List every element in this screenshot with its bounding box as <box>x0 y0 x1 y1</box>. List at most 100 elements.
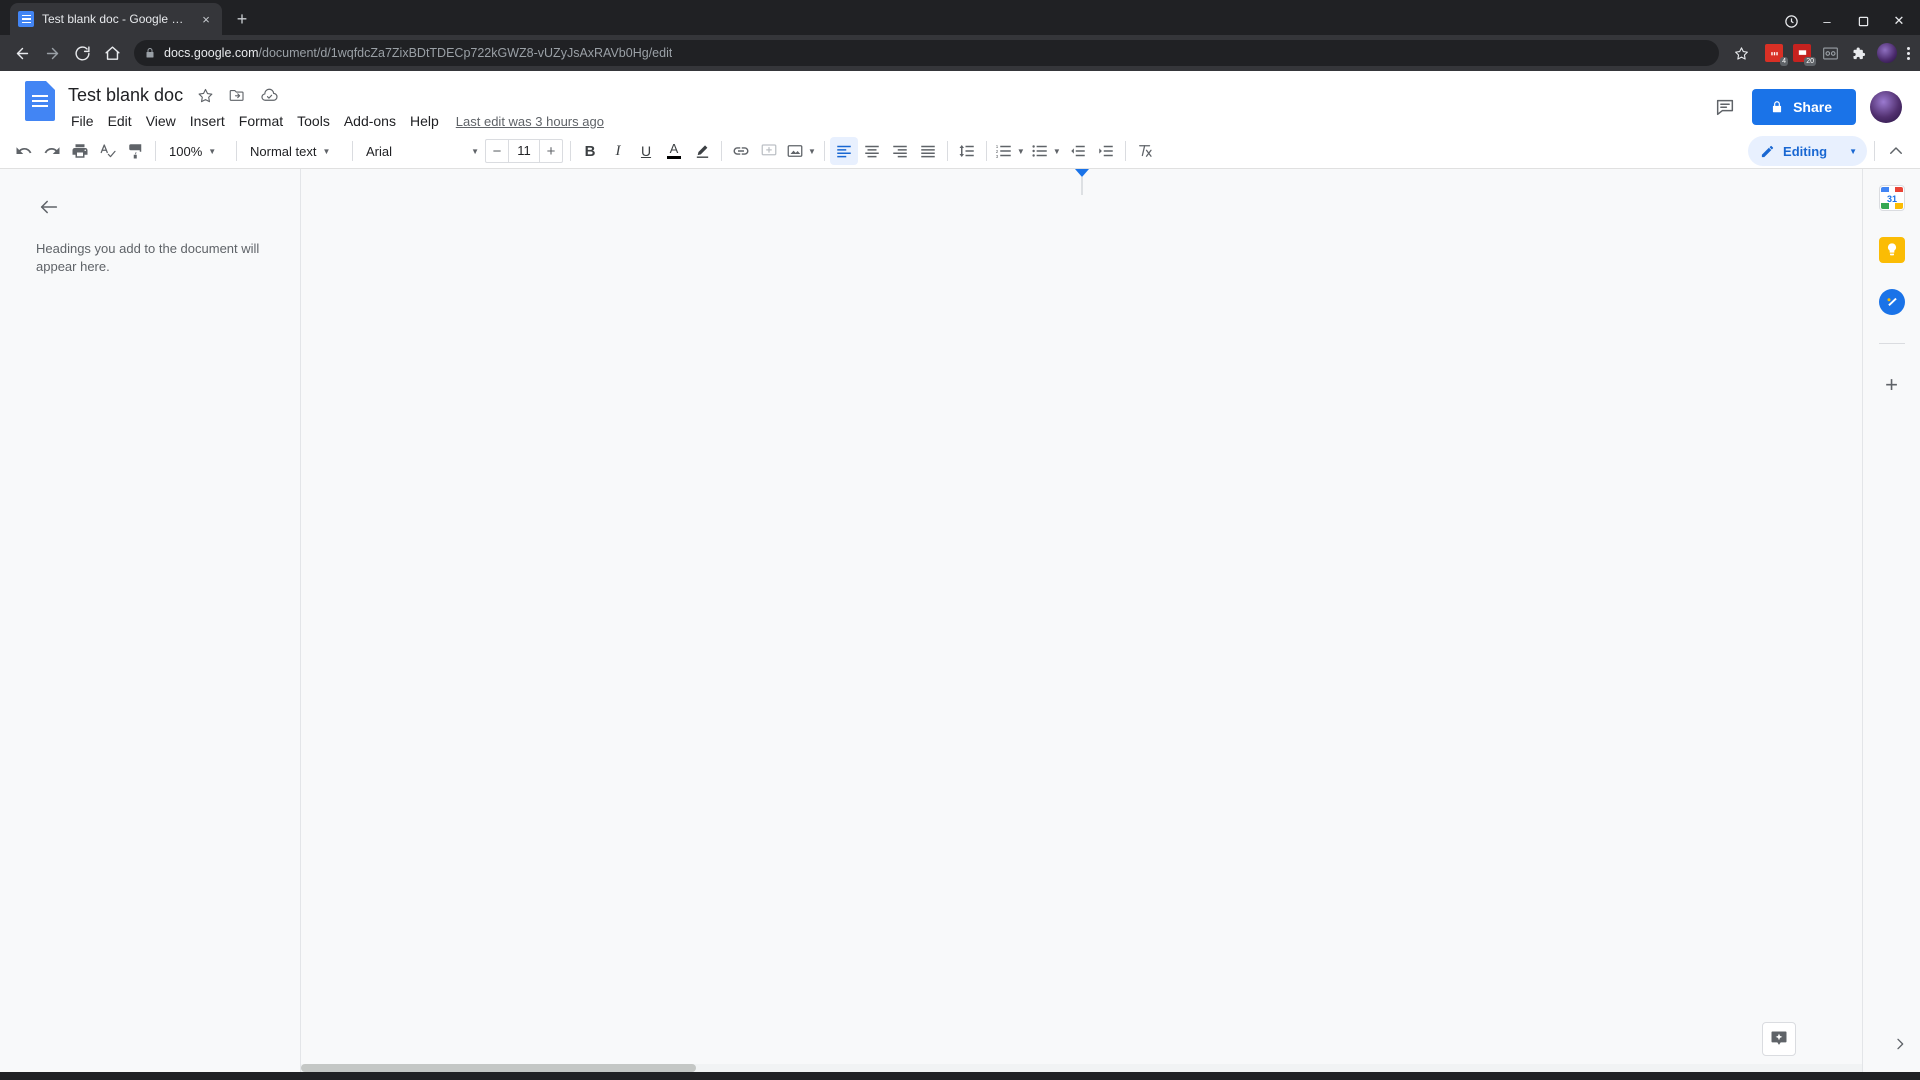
maximize-button[interactable] <box>1852 10 1874 32</box>
back-button[interactable] <box>8 39 36 67</box>
font-size-stepper[interactable]: − 11 + <box>485 139 563 163</box>
user-avatar[interactable] <box>1870 91 1902 123</box>
underline-button[interactable]: U <box>632 137 660 165</box>
hide-menus-chevron-up-icon[interactable] <box>1882 137 1910 165</box>
back-arrow-icon[interactable] <box>36 194 62 220</box>
menu-tools[interactable]: Tools <box>290 111 337 131</box>
document-canvas[interactable] <box>300 169 1862 1072</box>
horizontal-scrollbar-thumb[interactable] <box>301 1064 696 1072</box>
menu-format[interactable]: Format <box>232 111 290 131</box>
last-edit-link[interactable]: Last edit was 3 hours ago <box>456 114 604 129</box>
docs-body: Headings you add to the document will ap… <box>0 169 1920 1072</box>
add-side-panel-app-button[interactable]: + <box>1879 372 1905 398</box>
ruler-indent-marker[interactable] <box>1074 169 1089 177</box>
spellcheck-icon[interactable] <box>94 137 122 165</box>
share-label: Share <box>1793 99 1832 115</box>
profile-avatar[interactable] <box>1877 43 1897 63</box>
move-to-folder-icon[interactable] <box>227 85 247 105</box>
expand-side-panel-chevron-right-icon[interactable] <box>1892 1036 1908 1052</box>
menu-edit[interactable]: Edit <box>101 111 139 131</box>
paragraph-style-selector[interactable]: Normal text ▼ <box>242 137 347 165</box>
align-justify-icon[interactable] <box>914 137 942 165</box>
print-icon[interactable] <box>66 137 94 165</box>
align-center-icon[interactable] <box>858 137 886 165</box>
undo-icon[interactable] <box>10 137 38 165</box>
paragraph-style-value: Normal text <box>250 143 317 159</box>
toolbar-right-group: Editing ▼ <box>1748 136 1910 166</box>
bulleted-list-icon[interactable]: ▼ <box>1028 137 1064 165</box>
svg-text:3: 3 <box>996 154 999 159</box>
extension-grid-icon[interactable] <box>1821 44 1839 62</box>
chevron-down-icon: ▼ <box>208 146 217 156</box>
outline-empty-hint: Headings you add to the document will ap… <box>36 241 260 274</box>
menu-add-ons[interactable]: Add-ons <box>337 111 403 131</box>
decrease-indent-icon[interactable] <box>1064 137 1092 165</box>
bold-button[interactable]: B <box>576 137 604 165</box>
record-indicator-icon[interactable] <box>1780 10 1802 32</box>
bookmark-star-icon[interactable] <box>1727 39 1755 67</box>
google-tasks-icon[interactable] <box>1878 289 1905 315</box>
horizontal-scrollbar[interactable] <box>301 1064 1862 1072</box>
google-keep-icon[interactable] <box>1878 237 1905 263</box>
chevron-down-icon: ▼ <box>1016 146 1025 156</box>
increase-indent-icon[interactable] <box>1092 137 1120 165</box>
url-path: /document/d/1wqfdcZa7ZixBDtTDECp722kGWZ8… <box>258 46 673 60</box>
google-docs-logo[interactable] <box>20 81 60 133</box>
menu-help[interactable]: Help <box>403 111 446 131</box>
extension-red-2-icon[interactable]: 20 <box>1793 44 1816 66</box>
menu-view[interactable]: View <box>139 111 183 131</box>
add-comment-icon[interactable] <box>755 137 783 165</box>
tab-close-icon[interactable]: × <box>198 11 214 27</box>
insert-image-icon[interactable]: ▼ <box>783 137 819 165</box>
insert-link-icon[interactable] <box>727 137 755 165</box>
highlight-color-button[interactable] <box>688 137 716 165</box>
paint-format-icon[interactable] <box>122 137 150 165</box>
editing-mode-button[interactable]: Editing ▼ <box>1748 136 1867 166</box>
font-size-increase-button[interactable]: + <box>540 140 562 162</box>
docs-header-actions: Share <box>1712 79 1910 125</box>
clear-formatting-icon[interactable] <box>1131 137 1159 165</box>
font-size-decrease-button[interactable]: − <box>486 140 508 162</box>
editing-mode-label: Editing <box>1783 143 1828 159</box>
redo-icon[interactable] <box>38 137 66 165</box>
home-button[interactable] <box>98 39 126 67</box>
extension-red-1-icon[interactable]: 4 <box>1765 44 1788 66</box>
close-window-button[interactable]: ✕ <box>1888 10 1910 32</box>
saved-to-drive-icon[interactable] <box>259 85 279 105</box>
font-family-selector[interactable]: Arial ▼ <box>358 137 483 165</box>
star-icon[interactable] <box>195 85 215 105</box>
italic-button[interactable]: I <box>604 137 632 165</box>
browser-window: Test blank doc - Google Docs × + – ✕ doc… <box>0 0 1920 1080</box>
numbered-list-icon[interactable]: 123 ▼ <box>992 137 1028 165</box>
explore-button[interactable] <box>1762 1022 1796 1056</box>
align-right-icon[interactable] <box>886 137 914 165</box>
forward-button[interactable] <box>38 39 66 67</box>
line-spacing-icon[interactable] <box>953 137 981 165</box>
title-row: Test blank doc <box>68 81 1712 109</box>
zoom-selector[interactable]: 100% ▼ <box>161 137 231 165</box>
text-color-button[interactable]: A <box>660 137 688 165</box>
google-docs-favicon <box>18 11 34 27</box>
menu-insert[interactable]: Insert <box>183 111 232 131</box>
docs-title-block: Test blank doc File Edit View Insert For… <box>68 79 1712 133</box>
docs-header: Test blank doc File Edit View Insert For… <box>0 71 1920 134</box>
share-button[interactable]: Share <box>1752 89 1856 125</box>
toolbar-divider <box>946 141 948 161</box>
browser-menu-icon[interactable] <box>1907 46 1910 60</box>
tab-title: Test blank doc - Google Docs <box>42 12 190 26</box>
reload-button[interactable] <box>68 39 96 67</box>
menu-file[interactable]: File <box>64 111 101 131</box>
font-family-value: Arial <box>366 143 393 159</box>
google-calendar-icon[interactable]: 31 <box>1878 185 1905 211</box>
font-size-value[interactable]: 11 <box>508 140 540 162</box>
document-title[interactable]: Test blank doc <box>68 85 183 106</box>
browser-tab[interactable]: Test blank doc - Google Docs × <box>10 3 222 35</box>
new-tab-button[interactable]: + <box>228 5 256 33</box>
extensions-puzzle-icon[interactable] <box>1849 44 1867 62</box>
comment-history-icon[interactable] <box>1712 94 1738 120</box>
minimize-button[interactable]: – <box>1816 10 1838 32</box>
align-left-icon[interactable] <box>829 137 858 165</box>
address-bar[interactable]: docs.google.com/document/d/1wqfdcZa7ZixB… <box>134 40 1719 66</box>
toolbar-divider <box>1124 141 1126 161</box>
chevron-down-icon: ▼ <box>322 146 331 156</box>
